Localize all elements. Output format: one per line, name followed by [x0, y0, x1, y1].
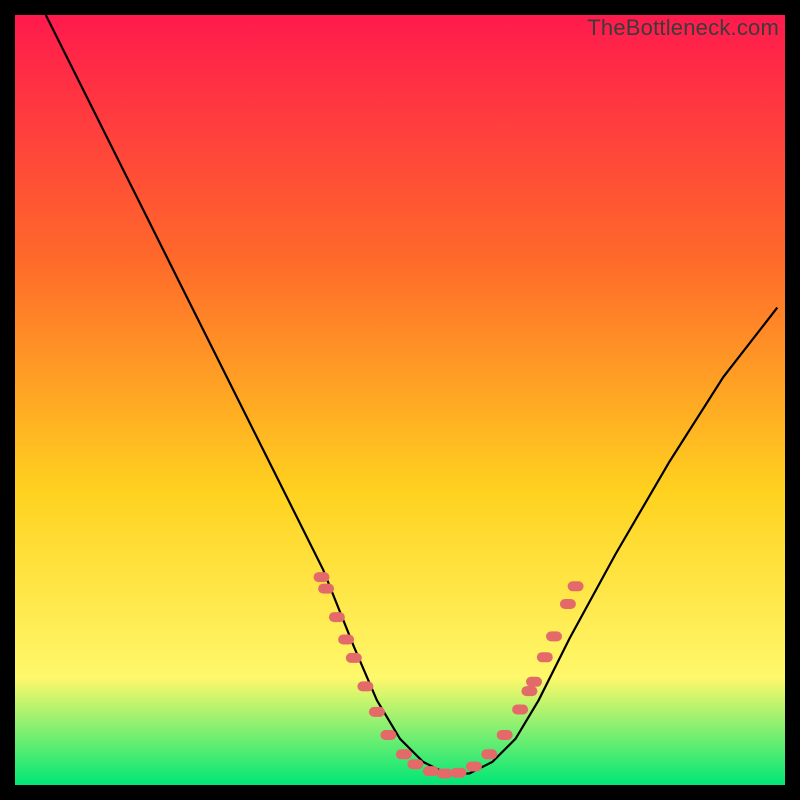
chart-frame: TheBottleneck.com	[15, 15, 785, 785]
watermark-text: TheBottleneck.com	[587, 15, 779, 41]
sample-dot	[521, 686, 537, 696]
sample-dot	[423, 766, 439, 776]
sample-dot	[512, 705, 528, 715]
sample-dot	[407, 759, 423, 769]
sample-dot	[537, 652, 553, 662]
chart-svg	[15, 15, 785, 785]
sample-dot	[338, 635, 354, 645]
sample-dot	[357, 681, 373, 691]
sample-dot	[318, 584, 334, 594]
sample-dot	[560, 599, 576, 609]
sample-dot	[497, 730, 513, 740]
sample-dot	[314, 572, 330, 582]
sample-dot	[329, 612, 345, 622]
sample-dot	[369, 707, 385, 717]
sample-dot	[526, 677, 542, 687]
sample-dot	[396, 749, 412, 759]
sample-dot	[451, 768, 467, 778]
sample-dot	[346, 653, 362, 663]
sample-dot	[437, 769, 453, 779]
sample-dot	[380, 730, 396, 740]
sample-dot	[481, 749, 497, 759]
sample-dot	[466, 762, 482, 772]
sample-dot	[546, 631, 562, 641]
gradient-background	[15, 15, 785, 785]
sample-dot	[568, 581, 584, 591]
